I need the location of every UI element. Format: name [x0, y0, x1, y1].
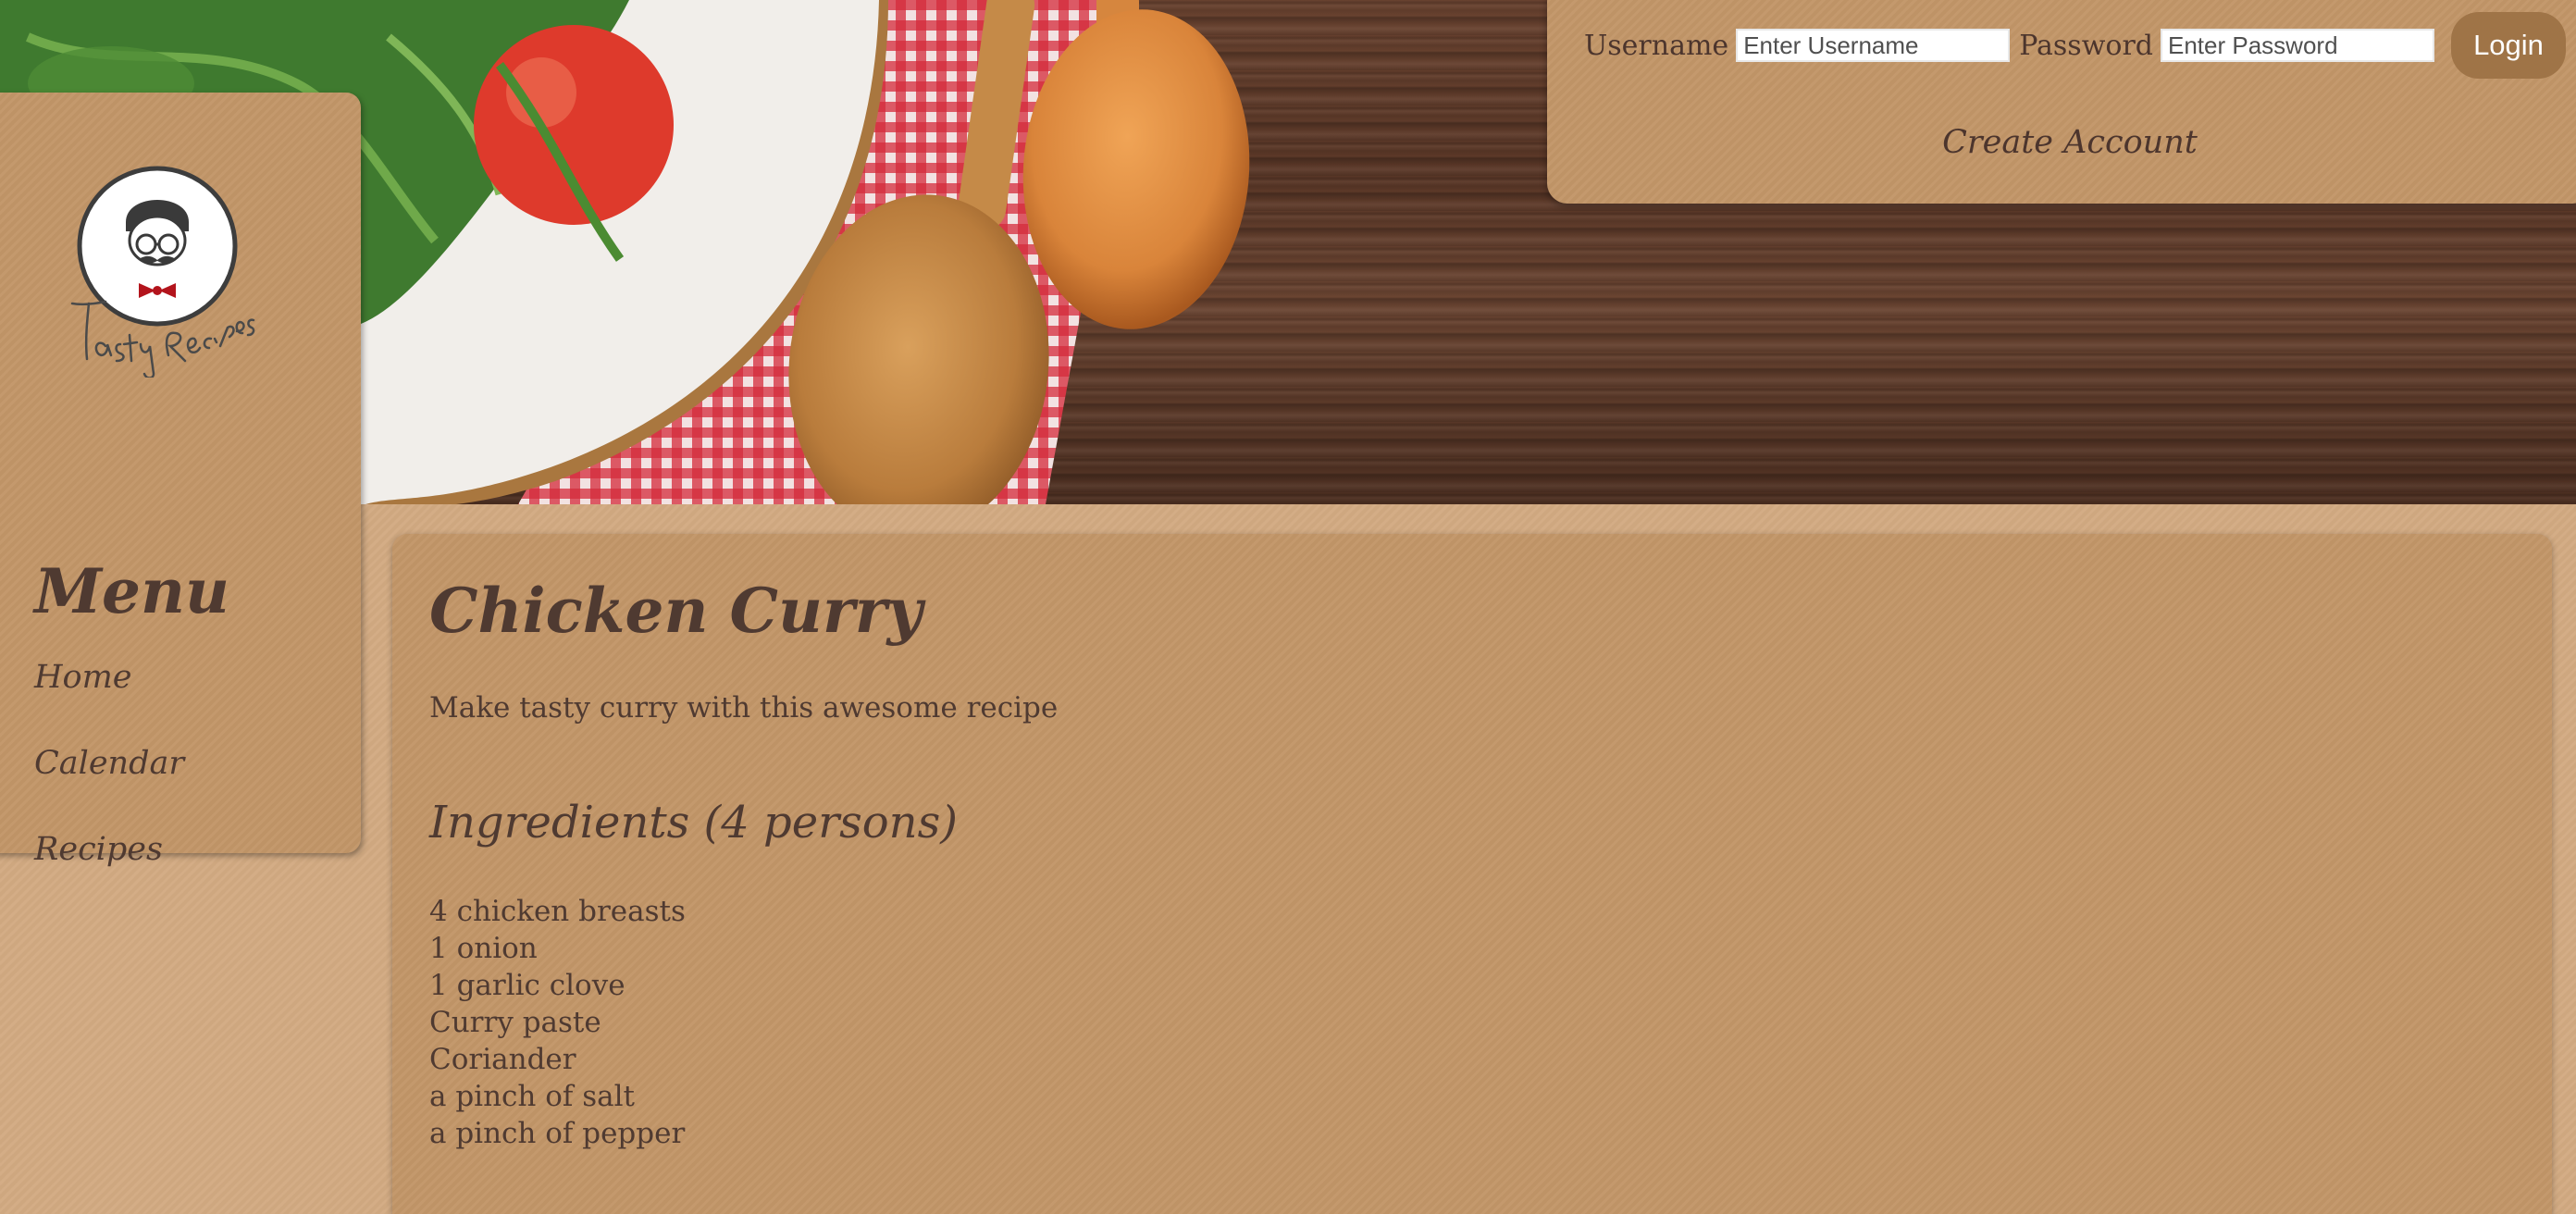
username-input[interactable] [1736, 29, 2011, 62]
password-input[interactable] [2161, 29, 2434, 62]
tomato [474, 25, 674, 225]
sidebar-item-home[interactable]: Home [34, 659, 132, 696]
ingredient-item: Curry paste [429, 1006, 601, 1039]
sidebar: Menu Home Calendar Recipes [0, 93, 361, 868]
login-button[interactable]: Login [2451, 12, 2566, 79]
ingredient-item: 1 garlic clove [429, 969, 625, 1002]
chef-mustache-logo-icon[interactable] [65, 165, 259, 379]
login-row: Username Password Login [1584, 12, 2566, 79]
ingredient-item: Coriander [429, 1043, 576, 1076]
recipe-title: Chicken Curry [429, 575, 923, 647]
create-account-link[interactable]: Create Account [1547, 124, 2576, 161]
sidebar-item-calendar[interactable]: Calendar [34, 745, 184, 782]
ingredients-list: 4 chicken breasts 1 onion 1 garlic clove… [429, 893, 686, 1152]
ingredient-item: a pinch of salt [429, 1080, 635, 1113]
password-label: Password [2019, 29, 2153, 62]
ingredient-item: 4 chicken breasts [429, 895, 686, 928]
recipe-card: Chicken Curry Make tasty curry with this… [392, 534, 2552, 1214]
username-label: Username [1584, 29, 1729, 62]
ingredients-heading: Ingredients (4 persons) [429, 797, 958, 849]
ingredient-item: 1 onion [429, 932, 538, 965]
ingredient-item: a pinch of pepper [429, 1117, 686, 1150]
login-panel: Username Password Login Create Account [1547, 0, 2576, 204]
sidebar-item-recipes[interactable]: Recipes [34, 831, 163, 868]
menu-heading: Menu [34, 555, 230, 627]
recipe-description: Make tasty curry with this awesome recip… [429, 691, 1059, 725]
